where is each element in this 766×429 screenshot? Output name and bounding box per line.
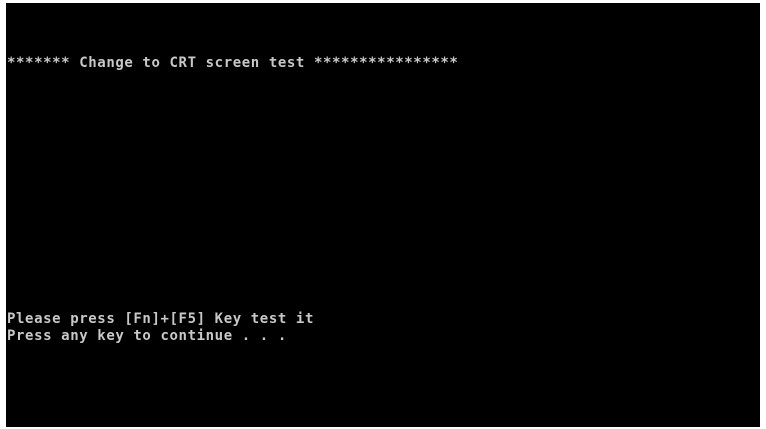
console-screen[interactable]: ******* Change to CRT screen test ******… [6, 3, 760, 427]
instruction-text: Please press [Fn]+[F5] Key test it [7, 311, 314, 327]
test-title: ******* Change to CRT screen test ******… [7, 55, 459, 71]
continue-prompt: Press any key to continue . . . [7, 328, 287, 344]
